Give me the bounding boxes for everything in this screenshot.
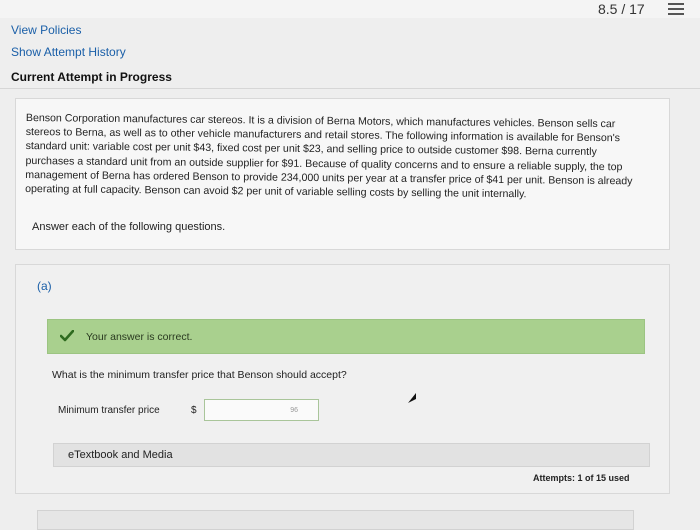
currency-symbol: $ bbox=[191, 405, 197, 416]
divider bbox=[0, 88, 700, 89]
correct-answer-banner: Your answer is correct. bbox=[47, 319, 645, 354]
score-display: 8.5 / 17 bbox=[598, 1, 645, 17]
attempt-links: View Policies Show Attempt History bbox=[11, 23, 126, 67]
top-bar: 8.5 / 17 bbox=[0, 0, 700, 18]
menu-line bbox=[668, 8, 684, 10]
menu-line bbox=[668, 3, 684, 5]
view-policies-link[interactable]: View Policies bbox=[11, 23, 126, 37]
list-menu-icon[interactable] bbox=[668, 3, 684, 17]
show-attempt-history-link[interactable]: Show Attempt History bbox=[11, 45, 126, 59]
correct-message: Your answer is correct. bbox=[86, 331, 193, 343]
field-label: Minimum transfer price bbox=[58, 405, 160, 416]
question-text: What is the minimum transfer price that … bbox=[52, 369, 347, 381]
problem-statement-card: Benson Corporation manufactures car ster… bbox=[15, 98, 670, 250]
next-part-card bbox=[37, 510, 634, 530]
etextbook-label: eTextbook and Media bbox=[68, 449, 173, 461]
part-label: (a) bbox=[37, 279, 52, 293]
etextbook-media-toggle[interactable]: eTextbook and Media bbox=[53, 443, 650, 467]
current-attempt-heading: Current Attempt in Progress bbox=[11, 70, 172, 84]
menu-line bbox=[668, 13, 684, 15]
checkmark-icon bbox=[60, 330, 74, 342]
mouse-cursor-icon bbox=[408, 393, 416, 403]
instruction-text: Answer each of the following questions. bbox=[32, 221, 226, 233]
problem-text: Benson Corporation manufactures car ster… bbox=[25, 111, 654, 203]
part-a-card: (a) Your answer is correct. What is the … bbox=[15, 264, 670, 494]
minimum-transfer-price-input[interactable] bbox=[204, 399, 319, 421]
attempts-counter: Attempts: 1 of 15 used bbox=[533, 473, 630, 483]
